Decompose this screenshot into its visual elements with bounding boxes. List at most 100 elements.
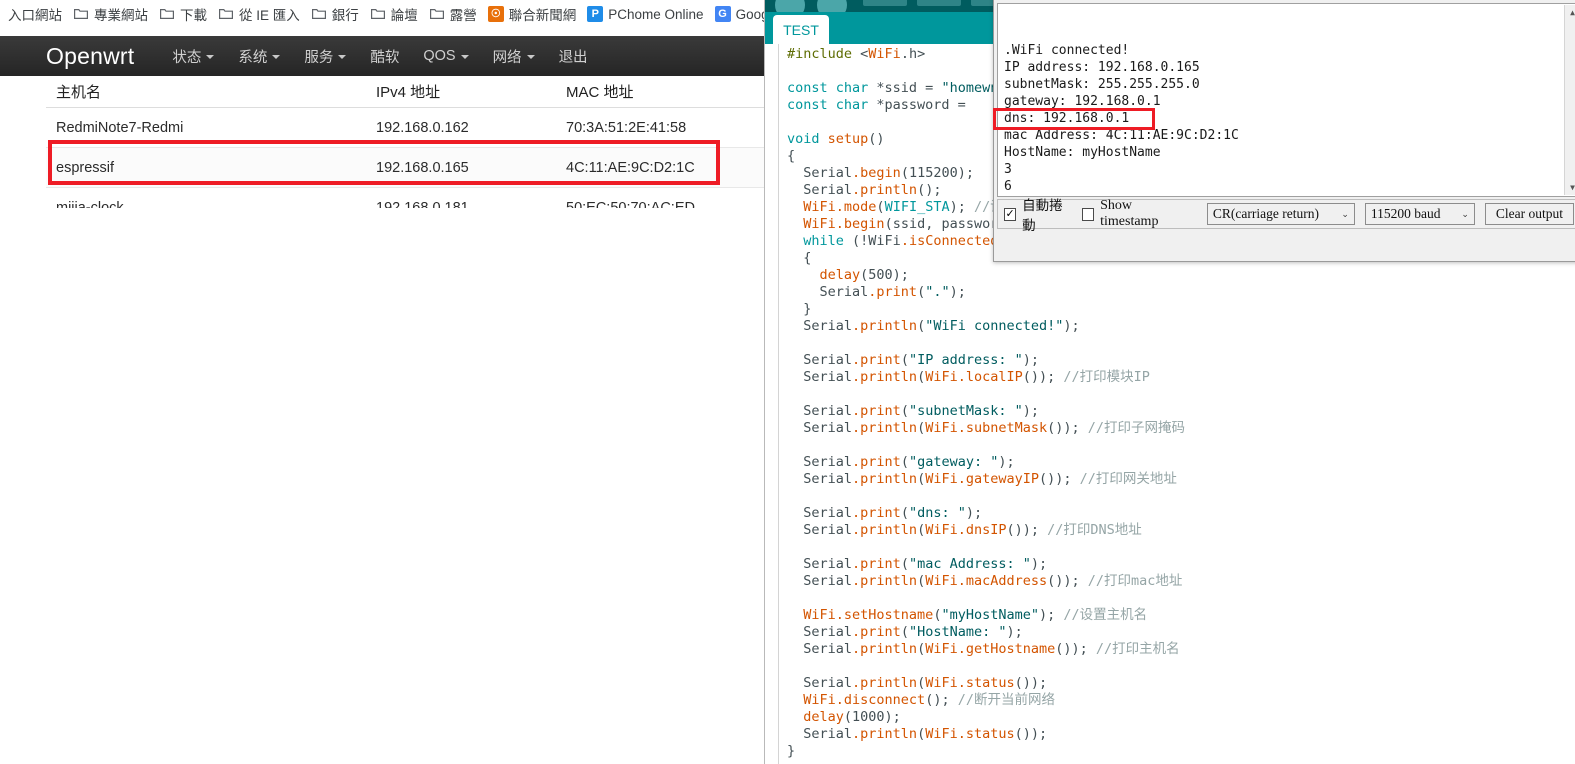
code-token: ( [900, 556, 909, 572]
code-token: ()); [1039, 471, 1080, 487]
code-token: .subnetMask [957, 420, 1048, 436]
nav-item-酷软[interactable]: 酷软 [358, 36, 411, 76]
cell-mac: 70:3A:51:2E:41:58 [566, 119, 687, 136]
nav-item-label: 服务 [304, 49, 334, 66]
code-token: //打印mac地址 [1087, 573, 1183, 589]
code-token: #include [787, 46, 861, 62]
code-token: //断开当前网络 [957, 692, 1055, 708]
show-timestamp-checkbox[interactable] [1081, 207, 1095, 221]
scroll-down-arrow[interactable]: ▼ [1565, 180, 1575, 195]
serial-output-line: IP address: 192.168.0.165 [1004, 60, 1200, 75]
code-line: delay(1000); [787, 709, 1575, 726]
check-icon: ✓ [1005, 207, 1015, 220]
scroll-up-arrow[interactable]: ▲ [1565, 5, 1575, 20]
code-token: ( [917, 318, 926, 334]
code-token: WiFi [925, 369, 958, 385]
nav-item-退出[interactable]: 退出 [547, 36, 600, 76]
code-line: Serial.println(WiFi.localIP()); //打印模块IP [787, 369, 1575, 386]
line-ending-select[interactable]: CR(carriage return) ⌄ [1206, 203, 1355, 225]
open-sketch-button[interactable] [917, 0, 961, 6]
table-row[interactable]: RedmiNote7-Redmi 192.168.0.162 70:3A:51:2E… [46, 108, 764, 148]
autoscroll-checkbox[interactable]: ✓ [1004, 207, 1017, 221]
code-token: .status [957, 675, 1015, 691]
code-token: .print [852, 505, 901, 521]
code-line: Serial.println(WiFi.getHostname()); //打印… [787, 641, 1575, 658]
code-token: WiFi [925, 726, 958, 742]
code-token: .dnsIP [957, 522, 1007, 538]
bookmark-item[interactable]: 從 IE 匯入 [214, 2, 307, 26]
show-timestamp-label: Show timestamp [1100, 198, 1159, 229]
new-sketch-button[interactable] [863, 0, 907, 6]
nav-item-网络[interactable]: 网络 [481, 36, 547, 76]
clear-output-button[interactable]: Clear output [1484, 203, 1574, 225]
baud-rate-select[interactable]: 115200 baud ⌄ [1364, 203, 1475, 225]
bookmark-item[interactable]: P PChome Online [583, 2, 710, 26]
code-line: Serial.print("dns: "); [787, 505, 1575, 522]
code-token: ( [900, 505, 909, 521]
show-timestamp-checkbox-wrap[interactable]: Show timestamp [1081, 198, 1187, 230]
bookmark-item[interactable]: 露營 [425, 2, 484, 26]
bookmark-item[interactable]: 入口網站 [4, 2, 69, 26]
code-line: Serial.print("IP address: "); [787, 352, 1575, 369]
openwrt-navbar: Openwrt 状态 系统 服务 酷软 QOS 网络 退出 [0, 36, 764, 76]
table-body: RedmiNote7-Redmi 192.168.0.162 70:3A:51:2E… [46, 108, 764, 208]
bookmark-label: 聯合新聞網 [508, 8, 577, 23]
code-token: .print [852, 454, 901, 470]
nav-item-系统[interactable]: 系统 [226, 36, 292, 76]
bookmark-item[interactable]: 銀行 [307, 2, 366, 26]
column-header-mac: MAC 地址 [566, 84, 634, 101]
nav-item-QOS[interactable]: QOS [411, 36, 480, 76]
code-token: "dns: " [908, 505, 966, 521]
bookmark-item[interactable]: 專業網站 [69, 2, 155, 26]
code-token: WiFi [787, 216, 836, 232]
code-token: Serial [787, 420, 853, 436]
code-token: //打印模块IP [1063, 369, 1150, 385]
serial-output-line: subnetMask: 255.255.255.0 [1004, 77, 1200, 92]
cell-mac: 50:EC:50:70:AC:ED [566, 199, 695, 209]
code-token: WiFi [925, 675, 958, 691]
tab-test[interactable]: TEST [773, 15, 829, 44]
cell-ipv4: 192.168.0.181 [376, 199, 469, 209]
code-token: WIFI_STA [884, 199, 950, 215]
code-token: //打印网关地址 [1079, 471, 1177, 487]
code-token: WiFi [925, 420, 958, 436]
code-token: .gatewayIP [957, 471, 1039, 487]
code-token: "gateway: " [908, 454, 999, 470]
code-line: Serial.println(WiFi.status()); [787, 726, 1575, 743]
table-row[interactable]: espressif 192.168.0.165 4C:11:AE:9C:D2:1C [46, 148, 764, 188]
serial-output[interactable]: .WiFi connected! IP address: 192.168.0.16… [997, 3, 1575, 197]
bookmark-item[interactable]: 論壇 [366, 2, 425, 26]
code-token: "HostName: " [908, 624, 1007, 640]
google-translate-icon-glyph: G [714, 6, 731, 22]
nav-item-服务[interactable]: 服务 [292, 36, 358, 76]
code-token: //打印子网掩码 [1087, 420, 1186, 436]
serial-scrollbar[interactable]: ▲ ▼ [1564, 5, 1575, 195]
autoscroll-checkbox-wrap[interactable]: ✓ 自動捲動 [1004, 194, 1072, 234]
code-token: Serial [787, 556, 853, 572]
code-line: Serial.print("HostName: "); [787, 624, 1575, 641]
line-ending-value: CR(carriage return) [1212, 206, 1319, 221]
code-token: ( [917, 369, 926, 385]
bookmark-label: 入口網站 [8, 8, 62, 23]
code-line: Serial.println(WiFi.macAddress()); //打印m… [787, 573, 1575, 590]
code-token: Serial [787, 369, 853, 385]
serial-output-line: 3 [1004, 162, 1012, 177]
nav-item-状态[interactable]: 状态 [160, 36, 226, 76]
chevron-down-icon: ⌄ [1461, 208, 1469, 219]
editor-gutter [765, 44, 779, 764]
code-token: .disconnect [835, 692, 926, 708]
code-token: .print [852, 624, 901, 640]
bookmark-item[interactable]: ☉ 聯合新聞網 [484, 2, 584, 26]
bookmark-item[interactable]: 下載 [155, 2, 214, 26]
code-token: (!WiFi [852, 233, 901, 249]
code-token: .begin [835, 216, 885, 232]
code-token: ( [900, 454, 909, 470]
code-token: ); [965, 505, 983, 521]
code-token: WiFi [925, 573, 958, 589]
code-token: ( [917, 726, 926, 742]
code-token: (115200); [900, 165, 974, 181]
code-token: Serial [787, 675, 853, 691]
table-row[interactable]: mijia-clock 192.168.0.181 50:EC:50:70:AC:E… [46, 188, 764, 209]
